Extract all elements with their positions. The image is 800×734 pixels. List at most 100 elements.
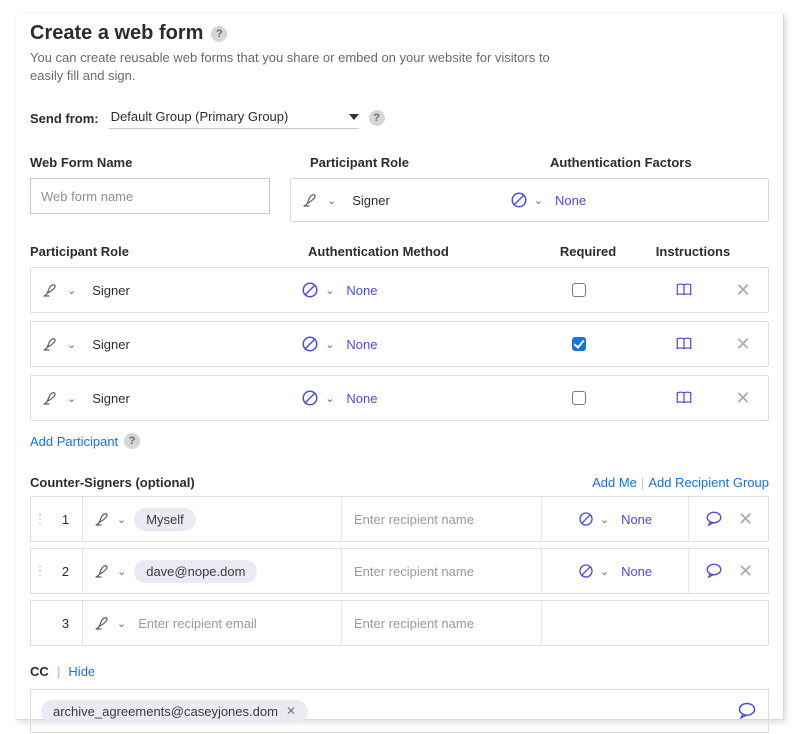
add-recipient-group-link[interactable]: Add Recipient Group <box>648 475 769 490</box>
role-selector[interactable]: ⌄ Signer <box>41 389 301 407</box>
help-icon[interactable]: ? <box>369 110 385 126</box>
pen-icon <box>41 335 61 353</box>
prohibit-icon <box>301 281 319 299</box>
cc-row: CC | Hide <box>30 664 769 679</box>
required-checkbox[interactable] <box>572 391 586 405</box>
delete-button[interactable]: ✕ <box>736 388 751 409</box>
help-icon[interactable]: ? <box>124 433 140 449</box>
add-participant-link[interactable]: Add Participant <box>30 434 118 449</box>
role-selector[interactable]: ⌄ Signer <box>41 335 301 353</box>
message-icon[interactable] <box>736 701 758 721</box>
page-title: Create a web form ? <box>30 22 227 45</box>
cc-input-box[interactable]: archive_agreements@caseyjones.dom ✕ <box>30 689 769 733</box>
auth-selector[interactable]: ⌄ None <box>510 191 586 209</box>
pen-icon <box>301 191 321 209</box>
chip-remove-icon[interactable]: ✕ <box>286 704 296 718</box>
role-value: Signer <box>92 283 130 298</box>
required-checkbox[interactable] <box>572 283 586 297</box>
page-subtitle: You can create reusable web forms that y… <box>30 49 550 85</box>
cc-hide-link[interactable]: Hide <box>68 664 95 679</box>
role-value: Signer <box>352 193 390 208</box>
row-actions: ✕ <box>688 549 768 593</box>
recipient-chip[interactable]: dave@nope.dom <box>134 560 257 583</box>
row-number: 3 <box>49 601 83 645</box>
recipient-cell: ⌄ Myself <box>83 508 341 531</box>
instructions-icon[interactable] <box>674 335 694 353</box>
chevron-down-icon: ⌄ <box>117 513 126 526</box>
pen-icon <box>93 562 113 580</box>
prohibit-icon <box>510 191 528 209</box>
counter-signers-links: Add Me | Add Recipient Group <box>592 475 769 490</box>
chevron-down-icon: ⌄ <box>325 284 334 297</box>
chevron-down-icon: ⌄ <box>327 194 336 207</box>
delete-button[interactable]: ✕ <box>738 561 753 582</box>
auth-value: None <box>621 512 652 527</box>
prohibit-icon <box>578 511 594 527</box>
role-selector[interactable]: ⌄ <box>93 510 126 528</box>
recipient-name-input[interactable] <box>341 601 541 645</box>
web-form-name-label: Web Form Name <box>30 155 290 170</box>
chevron-down-icon <box>349 114 359 120</box>
send-from-dropdown[interactable]: Default Group (Primary Group) <box>109 107 359 129</box>
participant-role-label: Participant Role <box>310 155 530 170</box>
row-actions <box>688 601 768 645</box>
delete-button[interactable]: ✕ <box>736 334 751 355</box>
recipient-name-input[interactable] <box>341 497 541 541</box>
recipient-name-input[interactable] <box>341 549 541 593</box>
auth-value: None <box>346 283 377 298</box>
recipient-name-cell <box>341 601 541 645</box>
section1-row: ⌄ Signer ⌄ None <box>30 178 769 222</box>
chevron-down-icon: ⌄ <box>67 284 76 297</box>
delete-button[interactable]: ✕ <box>738 509 753 530</box>
message-icon[interactable] <box>704 510 724 528</box>
row-number: 2 <box>49 549 83 593</box>
header-auth: Authentication Method <box>308 244 528 259</box>
delete-button[interactable]: ✕ <box>736 280 751 301</box>
role-selector[interactable]: ⌄ <box>93 614 126 632</box>
auth-value: None <box>346 391 377 406</box>
role-selector[interactable]: ⌄ Signer <box>301 191 390 209</box>
help-icon[interactable]: ? <box>211 26 227 42</box>
role-selector[interactable]: ⌄ <box>93 562 126 580</box>
auth-selector[interactable]: ⌄ None <box>301 281 519 299</box>
auth-selector[interactable]: ⌄ None <box>541 497 688 541</box>
role-auth-box: ⌄ Signer ⌄ None <box>290 178 769 222</box>
role-value: Signer <box>92 337 130 352</box>
auth-selector[interactable]: ⌄ None <box>301 389 519 407</box>
drag-handle-icon[interactable]: ⋮ <box>31 511 49 527</box>
row-actions: ✕ <box>688 497 768 541</box>
auth-value: None <box>555 193 586 208</box>
pen-icon <box>93 510 113 528</box>
message-icon[interactable] <box>704 562 724 580</box>
cc-chip-text: archive_agreements@caseyjones.dom <box>53 704 278 719</box>
recipient-chip[interactable]: Myself <box>134 508 196 531</box>
counter-signer-row: ⋮ 2 ⌄ dave@nope.dom ⌄ None ✕ <box>30 548 769 594</box>
participant-row: ⌄ Signer ⌄ None ✕ <box>30 375 769 421</box>
add-me-link[interactable]: Add Me <box>592 475 637 490</box>
role-selector[interactable]: ⌄ Signer <box>41 281 301 299</box>
instructions-icon[interactable] <box>674 281 694 299</box>
page-container: Create a web form ? You can create reusa… <box>16 14 784 720</box>
counter-signers-header: Counter-Signers (optional) Add Me | Add … <box>30 475 769 490</box>
auth-selector[interactable]: ⌄ None <box>541 549 688 593</box>
cc-chip[interactable]: archive_agreements@caseyjones.dom ✕ <box>41 700 308 723</box>
recipient-cell: ⌄ dave@nope.dom <box>83 560 341 583</box>
recipient-name-cell <box>341 549 541 593</box>
auth-cell-empty <box>541 601 688 645</box>
instructions-icon[interactable] <box>674 389 694 407</box>
web-form-name-input[interactable] <box>30 178 270 214</box>
chevron-down-icon: ⌄ <box>600 513 609 526</box>
drag-handle-icon[interactable]: ⋮ <box>31 563 49 579</box>
pen-icon <box>93 614 113 632</box>
auth-value: None <box>346 337 377 352</box>
recipient-email-input[interactable] <box>134 608 341 638</box>
auth-selector[interactable]: ⌄ None <box>301 335 519 353</box>
counter-signer-row: 3 ⌄ <box>30 600 769 646</box>
chevron-down-icon: ⌄ <box>117 617 126 630</box>
cc-label: CC <box>30 664 49 679</box>
chevron-down-icon: ⌄ <box>67 392 76 405</box>
required-checkbox[interactable] <box>572 337 586 351</box>
chevron-down-icon: ⌄ <box>600 565 609 578</box>
chevron-down-icon: ⌄ <box>67 338 76 351</box>
role-value: Signer <box>92 391 130 406</box>
